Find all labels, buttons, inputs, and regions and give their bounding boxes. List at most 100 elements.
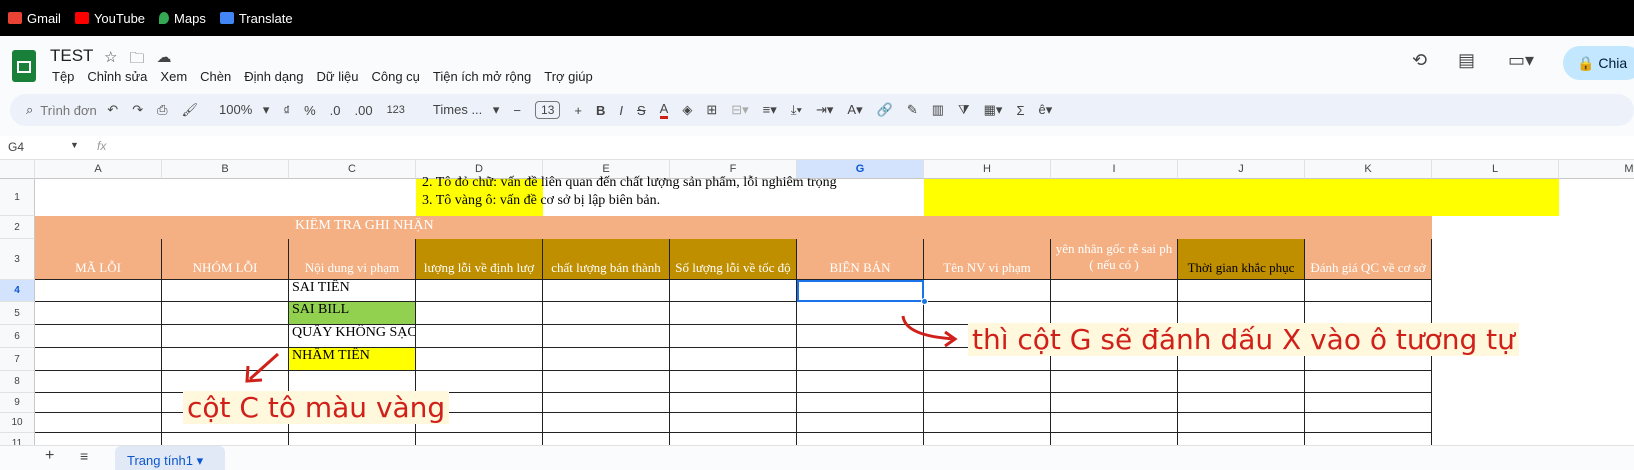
cell-G10[interactable] bbox=[797, 413, 924, 433]
font-size-input[interactable]: 13 bbox=[535, 101, 561, 119]
menu-insert[interactable]: Chèn bbox=[200, 69, 231, 84]
fill-color-icon[interactable]: ◈ bbox=[682, 102, 692, 118]
header-cell-G[interactable]: BIÊN BẢN bbox=[797, 239, 924, 280]
cell-K9[interactable] bbox=[1305, 393, 1432, 413]
cell-F8[interactable] bbox=[670, 371, 797, 393]
col-header-L[interactable]: L bbox=[1432, 160, 1559, 179]
header-cell-D[interactable]: lượng lỗi về định lượ bbox=[416, 239, 543, 280]
cell-I8[interactable] bbox=[1051, 371, 1178, 393]
cell-J4[interactable] bbox=[1178, 280, 1305, 302]
cell-G7[interactable] bbox=[797, 348, 924, 371]
row-header-10[interactable]: 10 bbox=[0, 413, 35, 433]
menu-data[interactable]: Dữ liệu bbox=[317, 69, 359, 84]
strikethrough-icon[interactable]: S bbox=[637, 103, 646, 118]
cell-H8[interactable] bbox=[924, 371, 1051, 393]
cell-E10[interactable] bbox=[543, 413, 670, 433]
cell-A6[interactable] bbox=[35, 325, 162, 348]
row-header-5[interactable]: 5 bbox=[0, 302, 35, 325]
cell-K10[interactable] bbox=[1305, 413, 1432, 433]
cell-H11[interactable] bbox=[924, 433, 1051, 445]
redo-icon[interactable]: ↷ bbox=[132, 102, 143, 118]
insert-link-icon[interactable]: 🔗 bbox=[877, 102, 893, 118]
bookmark-gmail[interactable]: Gmail bbox=[8, 11, 61, 26]
italic-icon[interactable]: I bbox=[619, 103, 623, 118]
header-cell-B[interactable]: NHÓM LỖI bbox=[162, 239, 289, 280]
menu-file[interactable]: Tệp bbox=[52, 69, 74, 84]
merge-cells-icon[interactable]: ⊟▾ bbox=[731, 102, 748, 118]
cell-F5[interactable] bbox=[670, 302, 797, 325]
cell-K4[interactable] bbox=[1305, 280, 1432, 302]
share-button[interactable]: 🔒 Chia bbox=[1563, 46, 1634, 80]
col-header-A[interactable]: A bbox=[35, 160, 162, 179]
cell-I10[interactable] bbox=[1051, 413, 1178, 433]
paint-format-icon[interactable]: 🖌 bbox=[182, 102, 199, 118]
doc-title[interactable]: TEST bbox=[50, 46, 93, 66]
cell-G11[interactable] bbox=[797, 433, 924, 445]
zoom-select[interactable]: 100% ▾ bbox=[212, 102, 269, 118]
cell-H9[interactable] bbox=[924, 393, 1051, 413]
row-header-11[interactable]: 11 bbox=[0, 433, 35, 445]
cell-I11[interactable] bbox=[1051, 433, 1178, 445]
corner-cell[interactable] bbox=[0, 160, 35, 179]
menu-edit[interactable]: Chỉnh sửa bbox=[87, 69, 147, 84]
cell-B5[interactable] bbox=[162, 302, 289, 325]
meet-icon[interactable]: ▭▾ bbox=[1508, 50, 1534, 71]
horizontal-align-icon[interactable]: ≡▾ bbox=[763, 102, 777, 118]
cell-J8[interactable] bbox=[1178, 371, 1305, 393]
header-cell-A[interactable]: MÃ LỖI bbox=[35, 239, 162, 280]
all-sheets-icon[interactable]: ≡ bbox=[80, 448, 88, 464]
font-select[interactable]: Times ... ▾ bbox=[426, 102, 500, 118]
cell-G8[interactable] bbox=[797, 371, 924, 393]
cell-C8[interactable] bbox=[289, 371, 416, 393]
cell-E8[interactable] bbox=[543, 371, 670, 393]
cell-F4[interactable] bbox=[670, 280, 797, 302]
cell-G5[interactable] bbox=[797, 302, 924, 325]
header-cell-J[interactable]: Thời gian khắc phục bbox=[1178, 239, 1305, 280]
text-color-icon[interactable]: A bbox=[659, 101, 669, 119]
cell-C4[interactable]: SAI TIỀN bbox=[289, 280, 416, 302]
row-header-7[interactable]: 7 bbox=[0, 348, 35, 371]
cell-A4[interactable] bbox=[35, 280, 162, 302]
cell-D4[interactable] bbox=[416, 280, 543, 302]
cell-I4[interactable] bbox=[1051, 280, 1178, 302]
cell-A10[interactable] bbox=[35, 413, 162, 433]
filter-views-icon[interactable]: ▦▾ bbox=[984, 102, 1003, 118]
bookmark-youtube[interactable]: YouTube bbox=[74, 11, 145, 26]
row-header-2[interactable]: 2 bbox=[0, 216, 35, 239]
insert-comment-icon[interactable]: ✎ bbox=[907, 102, 918, 118]
cell-D6[interactable] bbox=[416, 325, 543, 348]
header-cell-H[interactable]: Tên NV vi phạm bbox=[924, 239, 1051, 280]
vertical-align-icon[interactable]: ⤓▾ bbox=[791, 102, 802, 118]
cell-A8[interactable] bbox=[35, 371, 162, 393]
cell-A11[interactable] bbox=[35, 433, 162, 445]
header-cell-I[interactable]: yên nhân gốc rễ sai ph( nếu có ) bbox=[1051, 239, 1178, 280]
cell-H4[interactable] bbox=[924, 280, 1051, 302]
sheets-logo-icon[interactable] bbox=[12, 50, 36, 82]
row-header-3[interactable]: 3 bbox=[0, 239, 35, 280]
undo-icon[interactable]: ↶ bbox=[107, 102, 118, 118]
cell-D8[interactable] bbox=[416, 371, 543, 393]
menu-extensions[interactable]: Tiện ích mở rộng bbox=[433, 69, 531, 84]
cell-C7[interactable]: NHẦM TIỀN bbox=[289, 348, 416, 371]
col-header-C[interactable]: C bbox=[289, 160, 416, 179]
cell-C6[interactable]: QUẦY KHÔNG SẠCH bbox=[289, 325, 416, 348]
cell-D11[interactable] bbox=[416, 433, 543, 445]
cell-F6[interactable] bbox=[670, 325, 797, 348]
header-cell-C[interactable]: Nội dung vi phạm bbox=[289, 239, 416, 280]
text-rotation-icon[interactable]: A▾ bbox=[847, 102, 862, 118]
cell-E4[interactable] bbox=[543, 280, 670, 302]
row-header-9[interactable]: 9 bbox=[0, 393, 35, 413]
cell-H5[interactable] bbox=[924, 302, 1051, 325]
row-header-6[interactable]: 6 bbox=[0, 325, 35, 348]
functions-icon[interactable]: Σ bbox=[1016, 103, 1024, 118]
cell-K11[interactable] bbox=[1305, 433, 1432, 445]
cell-C11[interactable] bbox=[289, 433, 416, 445]
text-wrap-icon[interactable]: ⇥▾ bbox=[816, 102, 833, 118]
cell-A7[interactable] bbox=[35, 348, 162, 371]
name-box[interactable]: G4 bbox=[8, 140, 24, 154]
add-sheet-icon[interactable]: + bbox=[45, 447, 54, 465]
cell-I5[interactable] bbox=[1051, 302, 1178, 325]
filter-icon[interactable]: ⧩ bbox=[958, 102, 970, 118]
menu-view[interactable]: Xem bbox=[160, 69, 187, 84]
currency-button[interactable]: ₫ bbox=[283, 103, 290, 118]
